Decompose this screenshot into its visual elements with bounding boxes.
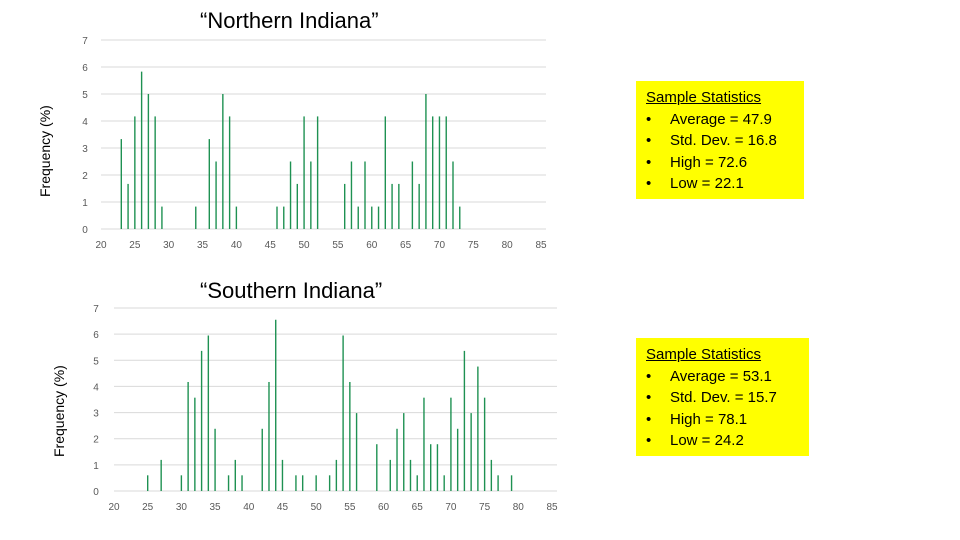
stats-item: • Low = 22.1 <box>646 173 794 195</box>
south-y-tick-label: 4 <box>93 382 99 393</box>
south-x-tick-label: 80 <box>513 502 525 513</box>
south-x-tick-label: 35 <box>210 502 222 513</box>
bullet-icon: • <box>646 132 652 149</box>
stats-item: • Average = 53.1 <box>646 366 799 388</box>
south-y-tick-label: 3 <box>93 409 99 420</box>
stats-std-dev: Std. Dev. = 16.8 <box>670 132 777 149</box>
south-x-tick-label: 85 <box>546 502 558 513</box>
bullet-icon: • <box>646 389 652 406</box>
south-y-tick-label: 6 <box>93 330 99 341</box>
south-x-tick-label: 30 <box>176 502 188 513</box>
north-stats-box: Sample Statistics • Average = 47.9 • Std. … <box>636 81 804 199</box>
stats-item: • Std. Dev. = 15.7 <box>646 387 799 409</box>
south-y-tick-label: 0 <box>93 487 99 498</box>
south-x-tick-label: 60 <box>378 502 390 513</box>
bullet-icon: • <box>646 432 652 449</box>
south-x-tick-label: 70 <box>445 502 457 513</box>
stats-std-dev: Std. Dev. = 15.7 <box>670 389 777 406</box>
south-chart: 0123456720 25 30 35 40 45 50 55 60 65 70 75 80 85 <box>93 304 558 513</box>
south-y-tick-label: 1 <box>93 461 99 472</box>
stats-item: • High = 78.1 <box>646 409 799 431</box>
south-x-tick-label: 65 <box>412 502 424 513</box>
south-x-tick-label: 20 <box>108 502 120 513</box>
stats-item: • Average = 47.9 <box>646 109 794 131</box>
stats-high: High = 72.6 <box>670 153 748 171</box>
stats-low: Low = 24.2 <box>670 432 744 449</box>
bullet-icon: • <box>646 175 652 192</box>
stats-average: Average = 47.9 <box>670 110 772 128</box>
south-stats-box: Sample Statistics • Average = 53.1 • Std. … <box>636 338 809 456</box>
bullet-icon: • <box>646 110 652 128</box>
south-x-tick-label: 50 <box>311 502 323 513</box>
stats-heading: Sample Statistics <box>646 346 762 363</box>
stats-item: • Low = 24.2 <box>646 430 799 452</box>
south-y-tick-label: 7 <box>93 304 99 315</box>
south-x-tick-label: 40 <box>243 502 255 513</box>
bullet-icon: • <box>646 367 652 385</box>
south-x-tick-label: 55 <box>344 502 356 513</box>
stats-heading: Sample Statistics <box>646 89 762 106</box>
bullet-icon: • <box>646 410 652 428</box>
bullet-icon: • <box>646 153 652 171</box>
stats-high: High = 78.1 <box>670 410 748 428</box>
stats-item: • Std. Dev. = 16.8 <box>646 130 794 152</box>
stats-low: Low = 22.1 <box>670 175 744 192</box>
stats-average: Average = 53.1 <box>670 367 772 385</box>
south-x-tick-label: 75 <box>479 502 491 513</box>
south-y-tick-label: 2 <box>93 435 99 446</box>
south-y-tick-label: 5 <box>93 356 99 367</box>
south-x-tick-label: 25 <box>142 502 154 513</box>
south-x-tick-label: 45 <box>277 502 289 513</box>
stats-item: • High = 72.6 <box>646 152 794 174</box>
